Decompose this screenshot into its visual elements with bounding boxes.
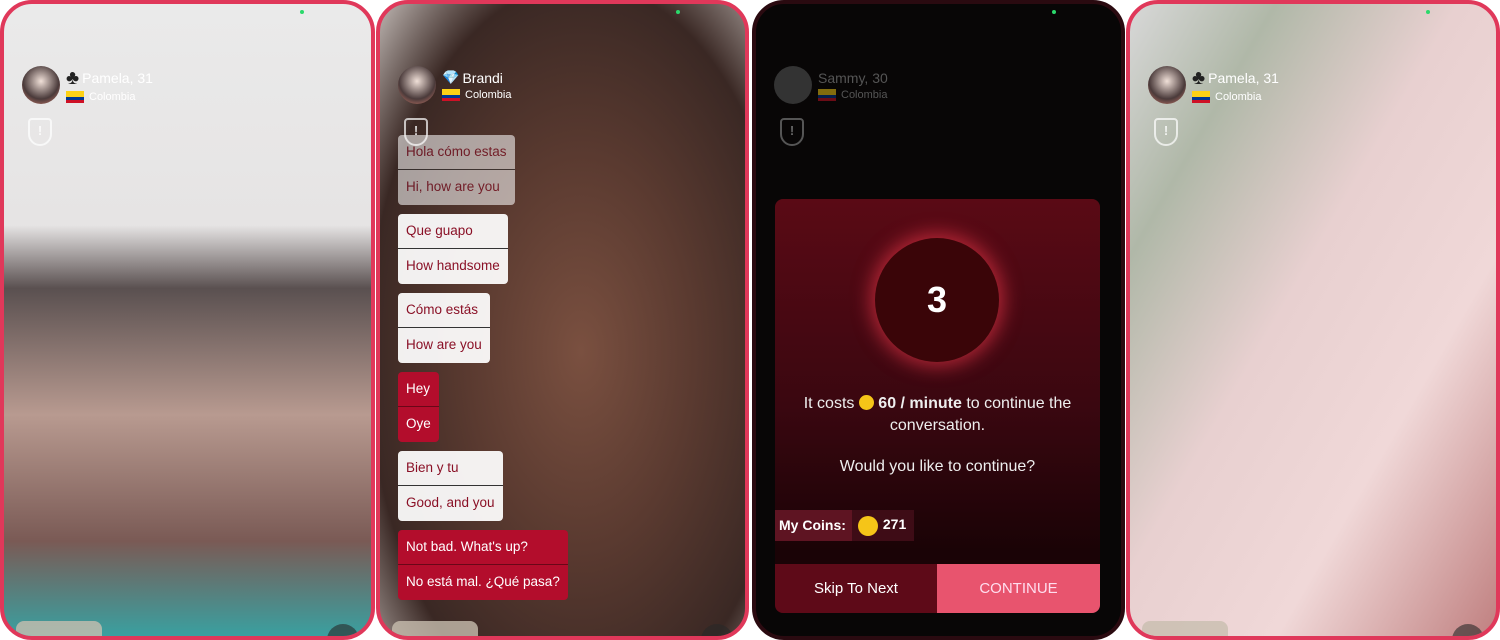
my-coins: My Coins: 271 [775, 510, 915, 541]
continue-dialog: 3 It costs 60 / minute to continue the c… [775, 199, 1100, 613]
message-text: Bien y tu [398, 451, 503, 486]
coins-label: My Coins: [775, 510, 852, 541]
chat-message[interactable]: Not bad. What's up? No está mal. ¿Qué pas… [398, 530, 568, 600]
report-shield-icon[interactable]: ! [780, 118, 804, 146]
continue-button[interactable]: CONTINUE [937, 564, 1100, 613]
colombia-flag-icon [66, 90, 84, 103]
user-name: Brandi [462, 69, 503, 86]
camera-indicator [676, 10, 680, 14]
message-translation: Hi, how are you [398, 170, 515, 205]
profile-header[interactable]: Sammy, 30 Colombia [774, 66, 888, 104]
message-translation: How handsome [398, 249, 508, 284]
chat-message[interactable]: Hola cómo estas Hi, how are you [398, 135, 515, 205]
round-button[interactable] [1452, 624, 1484, 636]
bottom-button[interactable] [1142, 621, 1228, 636]
avatar[interactable] [1148, 66, 1186, 104]
colombia-flag-icon [1192, 90, 1210, 103]
colombia-flag-icon [818, 88, 836, 101]
chat-messages: Hola cómo estas Hi, how are you Que guapo H… [398, 135, 568, 609]
chat-message[interactable]: Cómo estás How are you [398, 293, 490, 363]
user-country: Colombia [465, 89, 512, 101]
club-icon: ♣ [1192, 66, 1206, 89]
camera-indicator [1052, 10, 1056, 14]
message-translation: How are you [398, 328, 490, 363]
chat-message[interactable]: Que guapo How handsome [398, 214, 508, 284]
avatar[interactable] [22, 66, 60, 104]
user-country: Colombia [1215, 90, 1262, 103]
bottom-button[interactable] [16, 621, 102, 636]
video-panel-1: ♣ Pamela, 31 Colombia ! [0, 0, 375, 640]
countdown-timer: 3 [875, 238, 999, 362]
coin-icon [858, 395, 874, 410]
camera-indicator [300, 10, 304, 14]
coin-icon [857, 516, 878, 536]
skip-to-next-button[interactable]: Skip To Next [775, 564, 937, 613]
message-translation: Oye [398, 407, 439, 442]
message-text: Cómo estás [398, 293, 490, 328]
coins-value: 271 [882, 516, 907, 532]
club-icon: ♣ [66, 66, 80, 89]
profile-header[interactable]: 💎 Brandi Colombia [398, 66, 511, 104]
cost-text: It costs 60 / minute to continue the con… [803, 395, 1072, 434]
video-panel-4: ♣ Pamela, 31 Colombia ! [1126, 0, 1500, 640]
round-button[interactable] [701, 624, 733, 636]
user-name: Sammy, 30 [818, 69, 888, 86]
diamond-icon: 💎 [442, 69, 460, 85]
continue-question: Would you like to continue? [839, 458, 1036, 475]
message-translation: Good, and you [398, 486, 503, 521]
user-name: Pamela, 31 [82, 69, 153, 86]
message-text: Que guapo [398, 214, 508, 249]
profile-header[interactable]: ♣ Pamela, 31 Colombia [1148, 66, 1279, 104]
report-shield-icon[interactable]: ! [1154, 118, 1178, 146]
avatar[interactable] [774, 66, 812, 104]
colombia-flag-icon [442, 89, 460, 101]
message-text: Hey [398, 372, 439, 407]
camera-indicator [1426, 10, 1430, 14]
user-country: Colombia [841, 88, 888, 101]
avatar[interactable] [398, 66, 436, 104]
user-name: Pamela, 31 [1208, 69, 1279, 86]
chat-message[interactable]: Bien y tu Good, and you [398, 451, 503, 521]
message-text: Not bad. What's up? [398, 530, 568, 565]
user-country: Colombia [89, 90, 136, 103]
profile-header[interactable]: ♣ Pamela, 31 Colombia [22, 66, 153, 104]
message-translation: No está mal. ¿Qué pasa? [398, 565, 568, 600]
message-text: Hola cómo estas [398, 135, 515, 170]
report-shield-icon[interactable]: ! [28, 118, 52, 146]
round-button[interactable] [327, 624, 359, 636]
chat-message[interactable]: Hey Oye [398, 372, 439, 442]
bottom-button[interactable] [392, 621, 478, 636]
